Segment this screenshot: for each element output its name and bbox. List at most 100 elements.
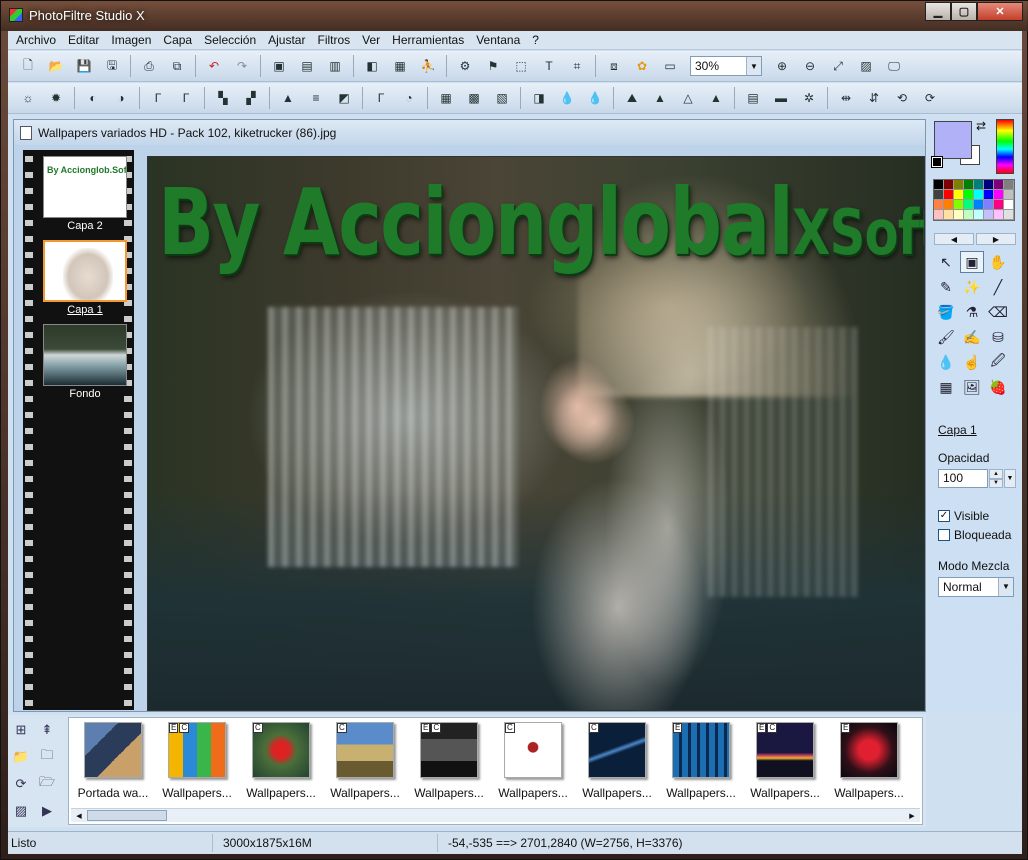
opacity-input[interactable]: 100: [938, 469, 988, 488]
menu-herramientas[interactable]: Herramientas: [386, 33, 470, 47]
palette-next-button[interactable]: ▶: [976, 233, 1016, 245]
scan-icon[interactable]: ⧉: [166, 55, 188, 77]
zoom-in-icon[interactable]: ⊕: [771, 55, 793, 77]
duplicate-icon[interactable]: ▥: [324, 55, 346, 77]
menu-ajustar[interactable]: Ajustar: [262, 33, 311, 47]
horizontal-scrollbar[interactable]: ◀ ▶: [71, 808, 920, 822]
flip-vertical-icon[interactable]: ⇵: [863, 87, 885, 109]
eraser-icon[interactable]: ⌫: [986, 301, 1010, 323]
folder-up-icon[interactable]: ⇞: [36, 719, 58, 741]
selection-icon[interactable]: ⬚: [510, 55, 532, 77]
fullscreen-icon[interactable]: 🖵: [883, 55, 905, 77]
browser-thumbnail-item[interactable]: C Wallpapers...: [241, 722, 321, 800]
portrait-icon[interactable]: 🖼: [960, 376, 984, 398]
blend-mode-select[interactable]: Normal ▼: [938, 577, 1014, 597]
palette-swatch[interactable]: [974, 200, 984, 210]
palette-swatch[interactable]: [994, 180, 1004, 190]
opacity-spinner[interactable]: ▲ ▼: [989, 469, 1003, 488]
stamp-icon[interactable]: ⛁: [986, 326, 1010, 348]
undo-icon[interactable]: ↶: [203, 55, 225, 77]
fill-bucket-icon[interactable]: 🪣: [934, 301, 958, 323]
palette-swatch[interactable]: [974, 180, 984, 190]
close-button[interactable]: ✕: [977, 2, 1023, 21]
new-file-icon[interactable]: 🗋: [17, 55, 39, 77]
browser-thumbnail-item[interactable]: C Wallpapers...: [493, 722, 573, 800]
palette-swatch[interactable]: [964, 200, 974, 210]
scroll-right-icon[interactable]: ▶: [906, 810, 918, 821]
pointer-tool-icon[interactable]: ↖: [934, 251, 958, 273]
invert-icon[interactable]: ◩: [333, 87, 355, 109]
checkbox-box[interactable]: [938, 529, 950, 541]
sharpen-icon[interactable]: ◨: [528, 87, 550, 109]
palette-prev-button[interactable]: ◀: [934, 233, 974, 245]
image-canvas[interactable]: By AccionglobalXSoft: [147, 156, 925, 711]
current-layer-name[interactable]: Capa 1: [938, 423, 977, 437]
palette-swatch[interactable]: [944, 190, 954, 200]
palette-swatch[interactable]: [964, 210, 974, 220]
default-colors-icon[interactable]: [931, 156, 943, 168]
browser-thumbnail-item[interactable]: Portada wa...: [73, 722, 153, 800]
zoom-out-icon[interactable]: ⊖: [799, 55, 821, 77]
strawberry-icon[interactable]: 🍓: [986, 376, 1010, 398]
palette-swatch[interactable]: [964, 180, 974, 190]
browser-thumbnail-item[interactable]: C Wallpapers...: [325, 722, 405, 800]
palette-swatch[interactable]: [954, 200, 964, 210]
print-icon[interactable]: ⎙: [138, 55, 160, 77]
browser-thumbnail-item[interactable]: E C Wallpapers...: [157, 722, 237, 800]
levels-icon[interactable]: ▲: [277, 87, 299, 109]
refresh-folder-icon[interactable]: ⟳: [10, 773, 32, 795]
layer-item-fondo[interactable]: Fondo: [43, 324, 127, 400]
palette-swatch[interactable]: [984, 190, 994, 200]
spin-up-icon[interactable]: ▲: [989, 469, 1003, 479]
opacity-dropdown[interactable]: ▼: [1004, 469, 1016, 488]
pattern-icon[interactable]: ▦: [934, 376, 958, 398]
palette-swatch[interactable]: [984, 180, 994, 190]
window-icon[interactable]: ▭: [659, 55, 681, 77]
browser-thumbnail-item[interactable]: E C Wallpapers...: [745, 722, 825, 800]
palette-swatch[interactable]: [944, 210, 954, 220]
selection-tool-icon[interactable]: ▣: [960, 251, 984, 273]
curves-icon[interactable]: ≡: [305, 87, 327, 109]
palette-swatch[interactable]: [994, 210, 1004, 220]
brightness-down-icon[interactable]: ☼: [17, 87, 39, 109]
menu-filtros[interactable]: Filtros: [311, 33, 356, 47]
saturation-up-icon[interactable]: ▞: [240, 87, 262, 109]
title-bar[interactable]: PhotoFiltre Studio X ▁ ▢ ✕: [1, 1, 1028, 31]
rotate-left-icon[interactable]: ⟲: [891, 87, 913, 109]
palette-swatch[interactable]: [934, 190, 944, 200]
contrast-up-icon[interactable]: ◑: [110, 87, 132, 109]
scroll-thumb[interactable]: [87, 810, 167, 821]
layer-item-capa-2[interactable]: By Accionglob.Sof Capa 2: [43, 156, 127, 232]
palette-swatch[interactable]: [954, 210, 964, 220]
brush-icon[interactable]: 🖌: [934, 326, 958, 348]
palette-swatch[interactable]: [994, 190, 1004, 200]
advanced-brush-icon[interactable]: ✍: [960, 326, 984, 348]
zoom-select[interactable]: 30% ▼: [690, 56, 762, 76]
actual-size-icon[interactable]: ▨: [855, 55, 877, 77]
folder-save-icon[interactable]: 🗀: [36, 746, 58, 768]
smudge-icon[interactable]: ☝: [960, 351, 984, 373]
palette-swatch[interactable]: [934, 210, 944, 220]
clone-icon[interactable]: 🖉: [986, 351, 1010, 373]
spray-icon[interactable]: ⚗: [960, 301, 984, 323]
folder-tree-icon[interactable]: ⊞: [10, 719, 32, 741]
menu-ventana[interactable]: Ventana: [470, 33, 526, 47]
palette-swatch[interactable]: [994, 200, 1004, 210]
foreground-color-swatch[interactable]: [934, 121, 972, 159]
triangle-icon[interactable]: △: [677, 87, 699, 109]
fit-window-icon[interactable]: ⤢: [827, 55, 849, 77]
effect-icon[interactable]: ✲: [798, 87, 820, 109]
visible-checkbox[interactable]: ✓ Visible: [938, 509, 989, 523]
browser-thumbnail-item[interactable]: C Wallpapers...: [577, 722, 657, 800]
palette-swatch[interactable]: [1004, 190, 1014, 200]
soften-icon[interactable]: 💧: [584, 87, 606, 109]
auto-contrast-icon[interactable]: ◔: [398, 87, 420, 109]
mosaic-icon[interactable]: ▦: [435, 87, 457, 109]
document-title-bar[interactable]: Wallpapers variados HD - Pack 102, kiket…: [14, 120, 925, 145]
swap-colors-icon[interactable]: ⇄: [976, 119, 986, 133]
gradient-icon[interactable]: ▤: [742, 87, 764, 109]
magic-wand-icon[interactable]: ✨: [960, 276, 984, 298]
browser-thumbnail-item[interactable]: E C Wallpapers...: [409, 722, 489, 800]
folder-icon[interactable]: 📁: [10, 746, 32, 768]
locked-checkbox[interactable]: Bloqueada: [938, 528, 1011, 542]
